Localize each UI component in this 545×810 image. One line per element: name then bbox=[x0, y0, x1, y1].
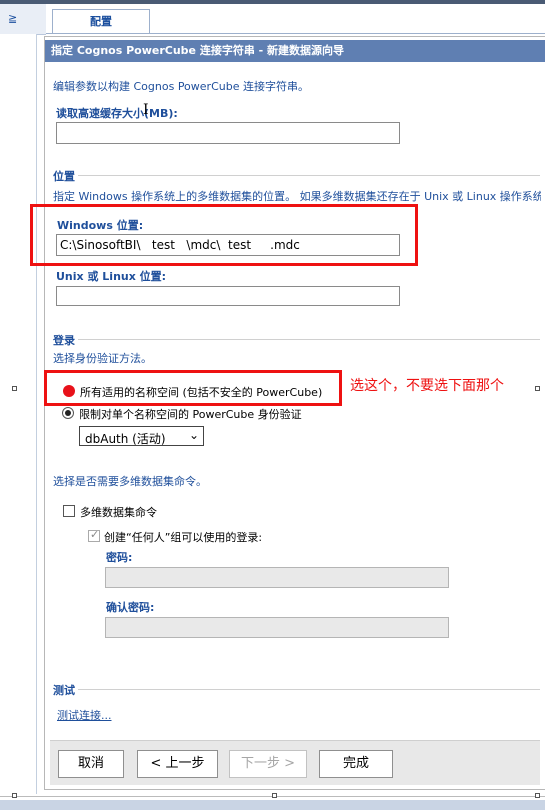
create-anyone-login-label: 创建“任何人”组可以使用的登录: bbox=[104, 531, 263, 544]
cube-password-description: 选择是否需要多维数据集命令。 bbox=[53, 475, 207, 488]
windows-location-value: C:\SinosoftBI\ test \mdc\ test .mdc bbox=[60, 238, 300, 252]
radio-selected-dot bbox=[65, 410, 71, 416]
cache-size-label: 读取高速缓存大小(MB): bbox=[56, 107, 178, 120]
test-divider bbox=[78, 689, 540, 690]
radio-single-namespace-label: 限制对单个名称空间的 PowerCube 身份验证 bbox=[79, 408, 302, 421]
resize-handle-bottom[interactable] bbox=[272, 793, 277, 798]
login-divider bbox=[78, 339, 540, 340]
windows-location-input[interactable]: C:\SinosoftBI\ test \mdc\ test .mdc bbox=[56, 234, 400, 256]
cube-password-checkbox[interactable] bbox=[63, 505, 75, 517]
radio-all-namespaces-label: 所有适用的名称空间 (包括不安全的 PowerCube) bbox=[80, 386, 323, 399]
location-description: 指定 Windows 操作系统上的多维数据集的位置。 如果多维数据集还存在于 U… bbox=[53, 190, 541, 203]
resize-handle-right[interactable] bbox=[535, 386, 540, 391]
tab-configure[interactable]: 配置 bbox=[52, 9, 150, 34]
tab-underline bbox=[46, 33, 545, 34]
location-heading: 位置 bbox=[53, 170, 75, 183]
password-label: 密码: bbox=[106, 551, 133, 564]
finish-button[interactable]: 完成 bbox=[319, 750, 393, 778]
unix-location-input[interactable] bbox=[56, 286, 400, 306]
radio-all-namespaces[interactable] bbox=[63, 385, 75, 397]
namespace-select-value: dbAuth (活动) bbox=[85, 432, 166, 446]
left-nav-pane bbox=[0, 34, 37, 794]
login-description: 选择身份验证方法。 bbox=[53, 352, 152, 365]
chevron-down-icon: ⌄ bbox=[188, 428, 199, 442]
cache-size-input[interactable] bbox=[56, 122, 400, 144]
bottom-band bbox=[0, 800, 545, 810]
left-tab-label: ≧ bbox=[8, 12, 18, 25]
annotation-note: 选这个，不要选下面那个 bbox=[350, 378, 504, 394]
login-heading: 登录 bbox=[53, 334, 75, 347]
location-divider bbox=[78, 175, 540, 176]
test-connection-link[interactable]: 测试连接... bbox=[57, 707, 112, 723]
next-button: 下一步 > bbox=[229, 750, 307, 778]
resize-handle-left[interactable] bbox=[12, 386, 17, 391]
checkmark-icon: ✓ bbox=[90, 528, 100, 541]
cancel-button[interactable]: 取消 bbox=[58, 750, 124, 778]
namespace-select[interactable]: dbAuth (活动) ⌄ bbox=[79, 426, 204, 446]
wizard-title: 指定 Cognos PowerCube 连接字符串 - 新建数据源向导 bbox=[45, 40, 545, 62]
left-tab-strip[interactable] bbox=[0, 4, 46, 35]
radio-single-namespace[interactable] bbox=[62, 407, 74, 419]
windows-location-label: Windows 位置: bbox=[57, 219, 144, 232]
back-button[interactable]: < 上一步 bbox=[137, 750, 218, 778]
resize-handle-bottom-left[interactable] bbox=[12, 793, 17, 798]
create-anyone-login-checkbox[interactable]: ✓ bbox=[88, 528, 100, 542]
text-cursor-icon: I bbox=[143, 102, 149, 118]
test-heading: 测试 bbox=[53, 684, 75, 697]
wizard-intro: 编辑参数以构建 Cognos PowerCube 连接字符串。 bbox=[53, 80, 309, 93]
top-band bbox=[0, 0, 545, 4]
confirm-password-input[interactable] bbox=[105, 617, 449, 638]
cube-password-checkbox-label: 多维数据集命令 bbox=[80, 506, 157, 519]
resize-handle-bottom-right[interactable] bbox=[535, 793, 540, 798]
unix-location-label: Unix 或 Linux 位置: bbox=[56, 270, 167, 283]
confirm-password-label: 确认密码: bbox=[106, 601, 155, 614]
password-input[interactable] bbox=[105, 567, 449, 588]
